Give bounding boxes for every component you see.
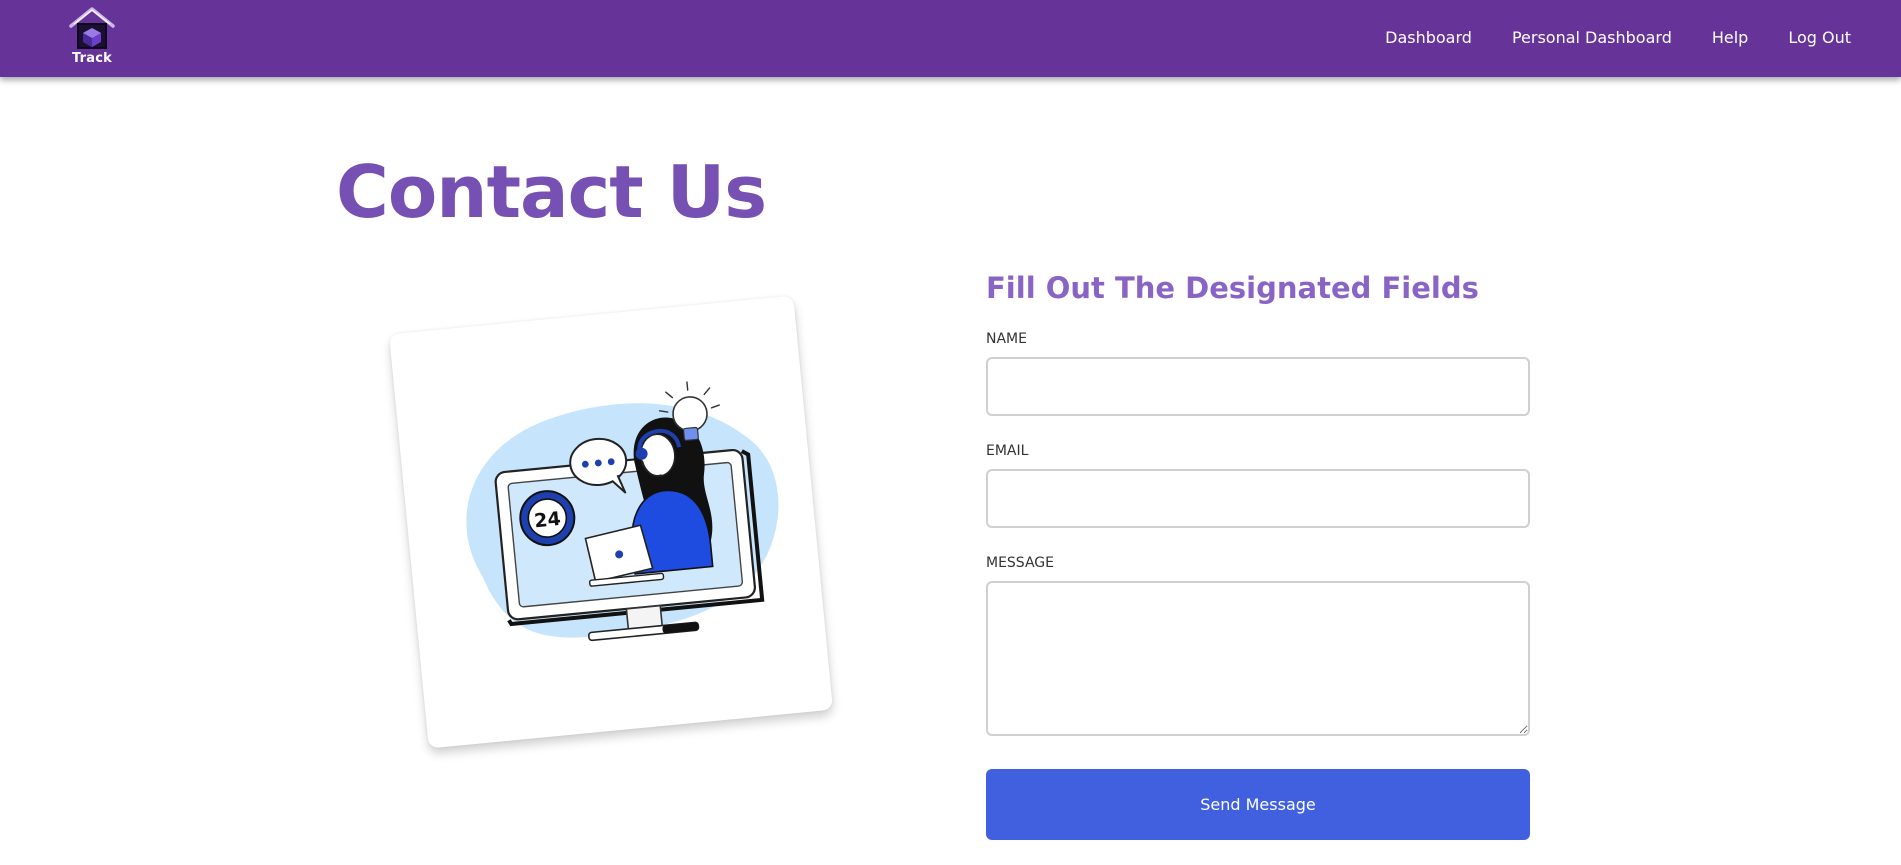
- message-textarea[interactable]: [986, 581, 1530, 736]
- email-input[interactable]: [986, 469, 1530, 528]
- send-message-button[interactable]: Send Message: [986, 769, 1530, 840]
- customer-support-illustration: 24: [466, 381, 779, 642]
- brand-logo-link[interactable]: Track: [66, 6, 118, 68]
- illustration-card: 24: [388, 295, 834, 749]
- message-label: MESSAGE: [986, 555, 1054, 571]
- email-label: EMAIL: [986, 443, 1029, 459]
- nav-link-log-out[interactable]: Log Out: [1788, 28, 1851, 47]
- form-title: Fill Out The Designated Fields: [986, 271, 1479, 305]
- brand-name: Track: [72, 51, 112, 66]
- name-input[interactable]: [986, 357, 1530, 416]
- name-label: NAME: [986, 331, 1027, 347]
- page-title: Contact Us: [336, 150, 767, 234]
- badge-24-text: 24: [533, 508, 561, 532]
- nav-link-personal-dashboard[interactable]: Personal Dashboard: [1512, 28, 1672, 47]
- nav-link-dashboard[interactable]: Dashboard: [1385, 28, 1472, 47]
- nav-links: Dashboard Personal Dashboard Help Log Ou…: [1385, 0, 1851, 74]
- nav-link-help[interactable]: Help: [1712, 28, 1748, 47]
- house-logo-icon: [69, 7, 115, 49]
- top-navbar: Track Dashboard Personal Dashboard Help …: [0, 0, 1901, 77]
